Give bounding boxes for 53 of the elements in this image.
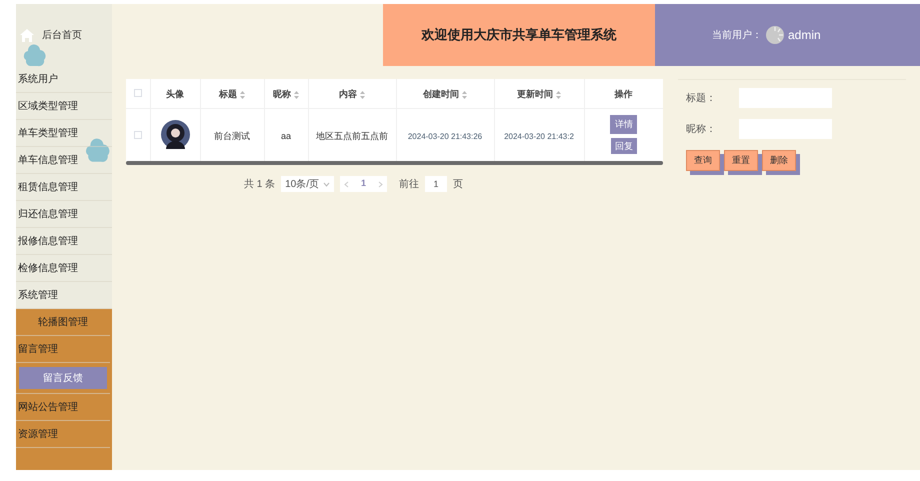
page-size-select[interactable]: 10条/页 — [281, 176, 334, 192]
user-name: admin — [788, 27, 821, 44]
goto-page-field[interactable]: 1 — [425, 176, 448, 192]
site-title: 欢迎使用大庆市共享单车管理系统 — [422, 26, 616, 44]
menu-item[interactable]: 单车类型管理 — [18, 126, 78, 140]
user-label: 当前用户： — [712, 28, 762, 42]
menu-item[interactable]: 单车信息管理 — [18, 152, 78, 168]
column-header[interactable]: 标题 — [219, 88, 245, 102]
column-header[interactable]: 创建时间 — [423, 88, 467, 102]
field-label: 标题： — [686, 92, 717, 106]
menu-item[interactable]: 系统管理 — [18, 288, 58, 302]
menu-item[interactable]: 租赁信息管理 — [18, 180, 78, 194]
cloud-icon — [84, 138, 112, 164]
column-header: 操作 — [614, 88, 632, 102]
total-count: 共 1 条 — [244, 178, 276, 192]
sort-icon[interactable] — [294, 91, 299, 99]
home-icon[interactable] — [20, 28, 34, 42]
column-header[interactable]: 昵称 — [273, 88, 299, 102]
sort-icon[interactable] — [360, 91, 365, 99]
home-link[interactable]: 后台首页 — [42, 28, 82, 42]
avatar-icon — [766, 26, 784, 44]
menu-item[interactable]: 报修信息管理 — [18, 234, 78, 248]
submenu-item[interactable]: 轮播图管理 — [38, 314, 88, 330]
menu-item[interactable]: 资源管理 — [18, 426, 58, 442]
menu-item[interactable]: 网站公告管理 — [18, 400, 78, 414]
page-unit-label: 页 — [453, 178, 464, 192]
menu-item[interactable]: 系统用户 — [18, 72, 58, 86]
cloud-icon — [22, 44, 48, 68]
input-field[interactable] — [739, 119, 832, 139]
menu-item[interactable]: 归还信息管理 — [18, 206, 78, 222]
sort-icon[interactable] — [556, 91, 561, 99]
chevron-right-icon[interactable] — [378, 180, 384, 188]
table-cell: 2024-03-20 21:43:26 — [408, 132, 482, 141]
field-label: 昵称： — [686, 122, 717, 136]
menu-item[interactable]: 检修信息管理 — [18, 260, 78, 276]
column-header[interactable]: 内容 — [339, 88, 365, 102]
input-field[interactable] — [739, 88, 832, 108]
menu-item[interactable]: 区域类型管理 — [18, 98, 78, 114]
sort-icon[interactable] — [462, 91, 467, 99]
table-cell: 地区五点前五点前 — [316, 130, 388, 141]
scrollbar[interactable] — [126, 161, 663, 165]
sort-icon[interactable] — [240, 91, 245, 99]
table-cell: 2024-03-20 21:43:2 — [504, 132, 574, 141]
column-header[interactable]: 更新时间 — [517, 88, 561, 102]
chevron-down-icon — [323, 182, 330, 186]
goto-label: 前往 — [399, 178, 420, 192]
menu-item[interactable]: 留言管理 — [18, 342, 58, 356]
checkbox[interactable] — [134, 89, 142, 98]
checkbox[interactable] — [134, 130, 142, 139]
table-cell: 前台测试 — [214, 130, 250, 141]
table-cell: aa — [280, 130, 291, 141]
chevron-left-icon[interactable] — [344, 180, 350, 188]
column-header: 头像 — [166, 88, 184, 102]
